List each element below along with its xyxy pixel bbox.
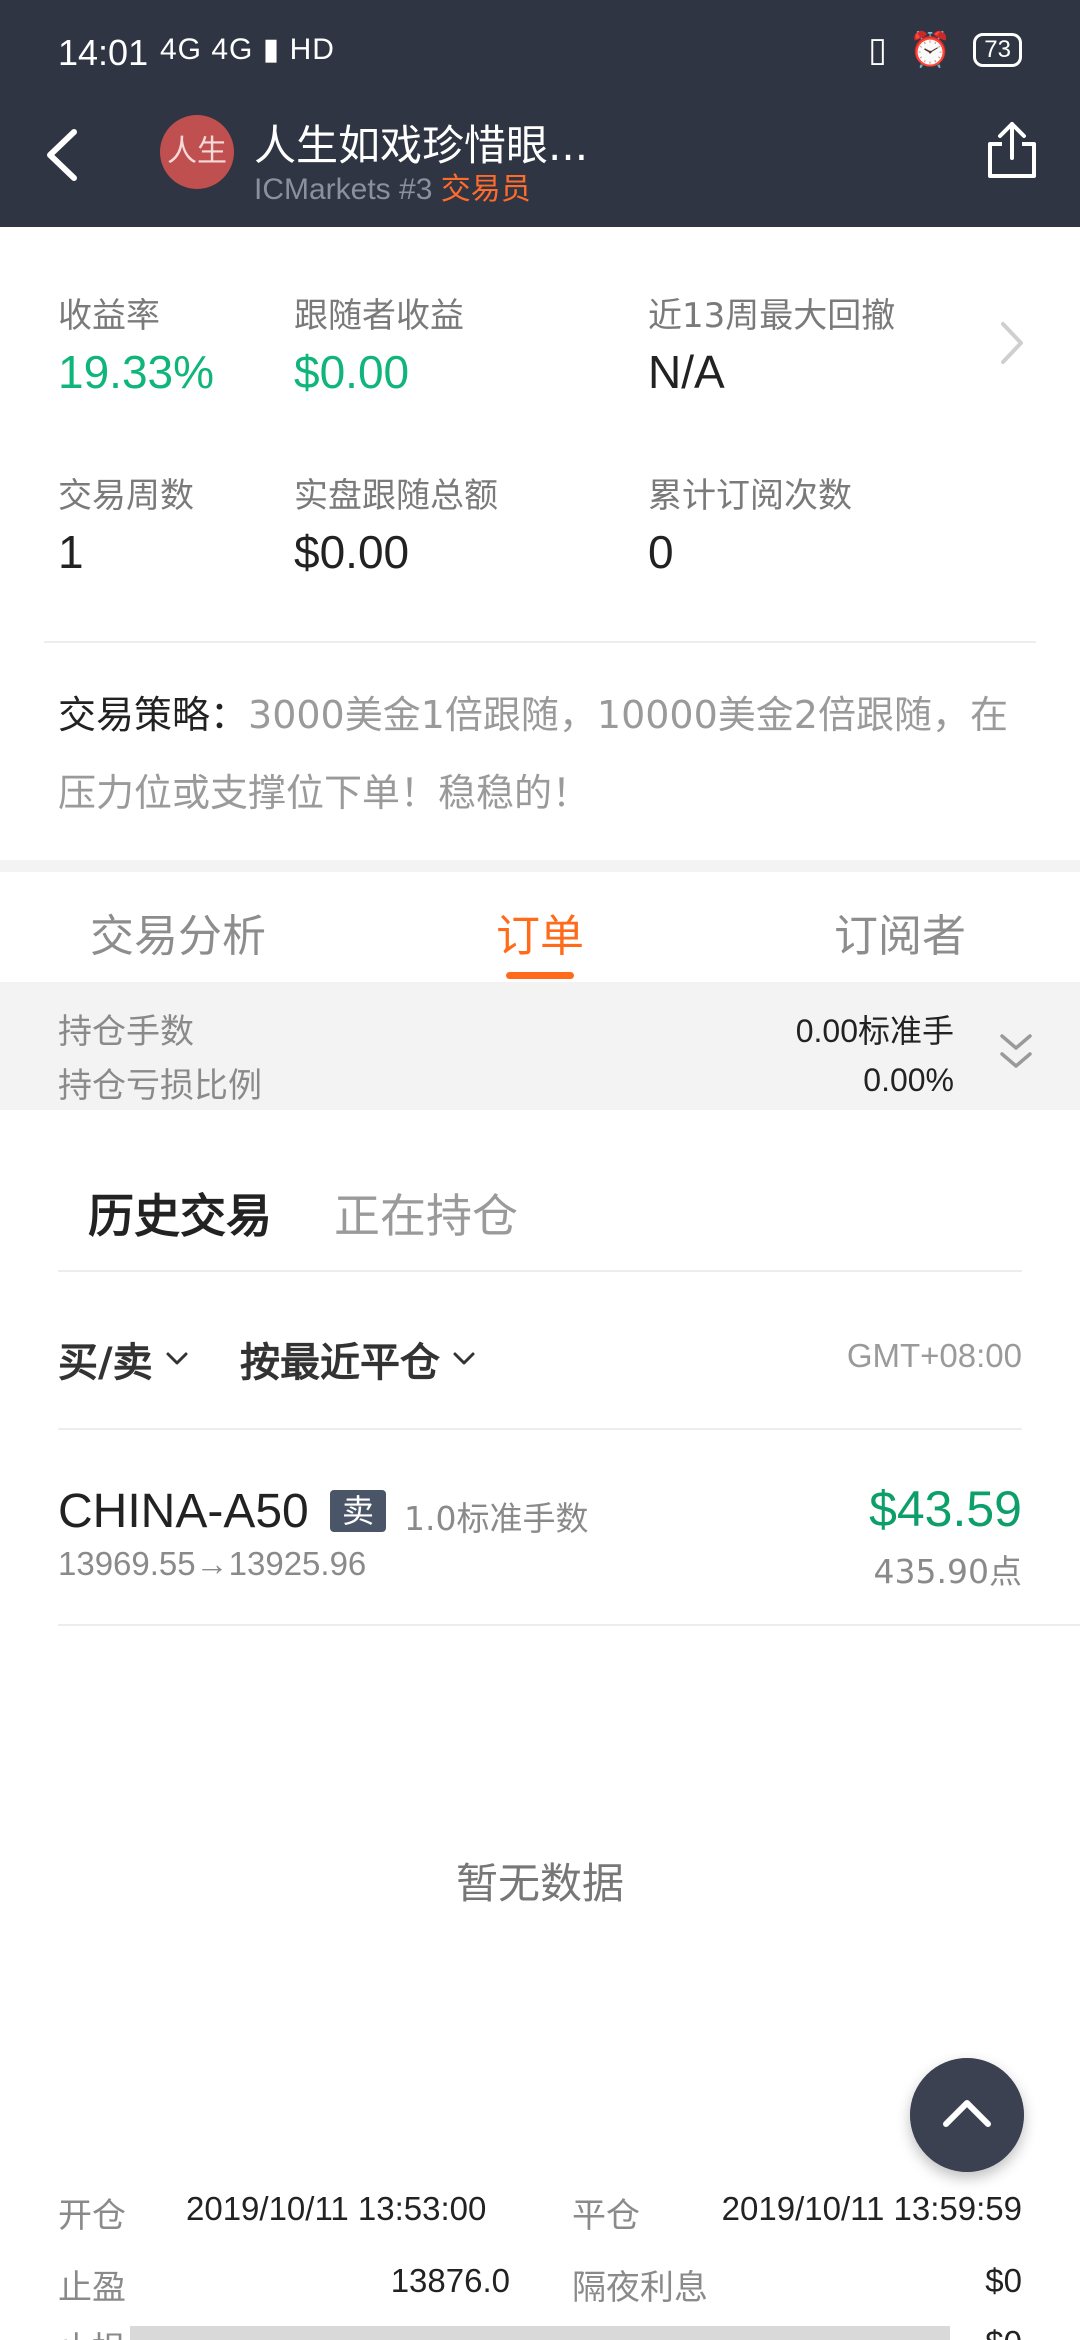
trade-profit: $43.59: [869, 1481, 1022, 1537]
return-value: 19.33%: [58, 346, 215, 398]
tab-history[interactable]: 历史交易: [88, 1180, 272, 1246]
position-summary[interactable]: 持仓手数 0.00标准手 持仓亏损比例 0.00%: [0, 982, 1080, 1110]
nav-indicator: [130, 2326, 950, 2340]
strategy-label: 交易策略：: [58, 693, 249, 737]
wifi-icon: HD: [289, 33, 335, 66]
swap-value: $0: [985, 2262, 1022, 2299]
side-filter-label: 买/卖: [58, 1340, 153, 1386]
divider: [58, 1624, 1080, 1626]
side-filter[interactable]: 买/卖: [58, 1330, 189, 1388]
trade-prices: 13969.55→13925.96: [58, 1545, 367, 1582]
close-label: 平仓: [572, 2196, 640, 2236]
tp-value: 13876.0: [390, 2262, 510, 2299]
trader-subtitle: ICMarkets #3 交易员: [254, 164, 531, 208]
broker-label: ICMarkets #3: [254, 173, 433, 206]
chevron-right-icon[interactable]: [995, 318, 1027, 368]
tab-analysis[interactable]: 交易分析: [90, 900, 266, 964]
side-badge: 卖: [330, 1490, 387, 1532]
empty-state: 暂无数据: [455, 1859, 624, 1908]
live-follow-value: $0.00: [294, 526, 410, 578]
share-button[interactable]: [984, 118, 1040, 182]
pnl-ratio-value: 0.00%: [863, 1062, 954, 1098]
sort-filter[interactable]: 按最近平仓: [240, 1330, 476, 1388]
back-button[interactable]: [38, 120, 88, 190]
expand-icon[interactable]: [996, 1028, 1036, 1076]
positions-value: 0.00标准手: [795, 1013, 954, 1049]
close-price: 13925.96: [228, 1545, 367, 1582]
fee-value: $0: [985, 2324, 1022, 2340]
status-time: 14:01: [58, 32, 149, 73]
swap-label: 隔夜利息: [572, 2268, 708, 2308]
avatar[interactable]: 人生: [160, 115, 234, 189]
sort-filter-label: 按最近平仓: [240, 1340, 440, 1386]
active-tab-indicator: [506, 972, 574, 979]
weeks-value: 1: [58, 526, 84, 578]
chevron-down-icon: [166, 1352, 188, 1365]
tab-subscribers[interactable]: 订阅者: [834, 900, 966, 964]
chevron-down-icon: [453, 1352, 475, 1365]
strategy-text: 交易策略：3000美金1倍跟随，10000美金2倍跟随，在压力位或支撑位下单！稳…: [58, 676, 1018, 832]
return-label: 收益率: [58, 296, 160, 336]
positions-label: 持仓手数: [58, 1012, 194, 1052]
subscriptions-label: 累计订阅次数: [648, 476, 852, 516]
max-drawdown-value: N/A: [648, 346, 725, 398]
tp-label: 止盈: [58, 2268, 126, 2308]
section-gap: [0, 860, 1080, 872]
sl-label: 止损: [58, 2322, 126, 2340]
signal-icon: 4G 4G ▮ HD: [160, 33, 335, 66]
trade-symbol: CHINA-A50: [58, 1485, 309, 1538]
scroll-top-button[interactable]: [910, 2058, 1024, 2172]
pnl-ratio-label: 持仓亏损比例: [58, 1066, 262, 1106]
divider: [58, 1428, 1022, 1430]
tab-open-positions[interactable]: 正在持仓: [334, 1180, 518, 1246]
battery-icon: 73: [973, 33, 1022, 67]
follower-profit-value: $0.00: [294, 346, 410, 398]
app-header: 14:01 4G 4G ▮ HD ▯ ⏰ 73 人生 人生如戏珍惜眼... IC…: [0, 0, 1080, 227]
close-time: 2019/10/11 13:59:59: [721, 2190, 1022, 2227]
tab-orders[interactable]: 订单: [496, 900, 584, 964]
alarm-icon: ⏰: [908, 30, 952, 70]
open-label: 开仓: [58, 2196, 126, 2236]
status-bar: 14:01 4G 4G ▮ HD ▯ ⏰ 73: [0, 0, 1080, 100]
max-drawdown-label: 近13周最大回撤: [648, 296, 896, 336]
timezone-label: GMT+08:00: [846, 1337, 1022, 1374]
trade-lots: 1.0标准手数: [404, 1499, 589, 1538]
divider: [58, 1270, 1022, 1272]
open-time: 2019/10/11 13:53:00: [186, 2190, 487, 2227]
weeks-label: 交易周数: [58, 476, 194, 516]
follower-profit-label: 跟随者收益: [294, 296, 464, 336]
live-follow-label: 实盘跟随总额: [294, 476, 498, 516]
divider: [44, 641, 1036, 643]
open-price: 13969.55: [58, 1545, 196, 1582]
subscriptions-value: 0: [648, 526, 674, 578]
trade-points: 435.90点: [873, 1552, 1022, 1591]
role-label: 交易员: [440, 173, 531, 206]
vibrate-icon: ▯: [868, 30, 887, 70]
